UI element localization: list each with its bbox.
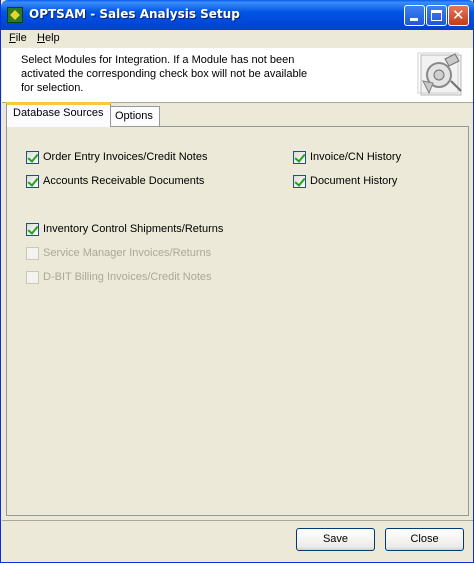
instruction-line-2: activated the corresponding check box wi… xyxy=(21,68,308,80)
service-manager-label: Service Manager Invoices/Returns xyxy=(43,247,212,259)
tab-options[interactable]: Options xyxy=(108,106,160,126)
maximize-button[interactable] xyxy=(426,5,447,26)
checkbox-checked-icon[interactable] xyxy=(293,151,306,164)
minimize-button[interactable] xyxy=(404,5,425,26)
title-bar[interactable]: OPTSAM - Sales Analysis Setup ✕ xyxy=(1,0,474,30)
order-entry-label: Order Entry Invoices/Credit Notes xyxy=(43,151,208,163)
instruction-text: Select Modules for Integration. If a Mod… xyxy=(21,53,321,95)
menu-file-rest: ile xyxy=(15,32,27,44)
close-button[interactable]: Close xyxy=(385,528,464,551)
menu-file[interactable]: File xyxy=(9,32,27,44)
app-icon[interactable] xyxy=(7,7,23,23)
checkbox-checked-icon[interactable] xyxy=(26,223,39,236)
minimize-icon xyxy=(410,18,418,21)
maximize-icon xyxy=(431,10,442,21)
checkbox-checked-icon[interactable] xyxy=(26,151,39,164)
accounts-receivable-label: Accounts Receivable Documents xyxy=(43,175,205,187)
instruction-line-3: for selection. xyxy=(21,82,84,94)
instruction-line-1: Select Modules for Integration. If a Mod… xyxy=(21,54,295,66)
checkbox-unchecked-icon xyxy=(26,247,39,260)
checkbox-checked-icon[interactable] xyxy=(293,175,306,188)
setup-wizard-icon xyxy=(417,52,462,96)
instruction-header: Select Modules for Integration. If a Mod… xyxy=(2,48,473,103)
tab-database-sources[interactable]: Database Sources xyxy=(6,102,111,127)
inventory-control-label: Inventory Control Shipments/Returns xyxy=(43,223,224,235)
dbit-billing-label: D-BIT Billing Invoices/Credit Notes xyxy=(43,271,212,283)
close-icon: ✕ xyxy=(452,6,465,24)
checkbox-checked-icon[interactable] xyxy=(26,175,39,188)
checkbox-unchecked-icon xyxy=(26,271,39,284)
footer-divider xyxy=(2,520,473,521)
close-window-button[interactable]: ✕ xyxy=(448,5,469,26)
menu-bar: File Help xyxy=(2,30,473,48)
sales-analysis-setup-window: OPTSAM - Sales Analysis Setup ✕ File Hel… xyxy=(0,0,474,563)
menu-help-rest: elp xyxy=(44,32,60,44)
menu-file-accel: F xyxy=(9,32,16,44)
database-sources-panel: Order Entry Invoices/Credit Notes Invoic… xyxy=(6,126,469,516)
save-button[interactable]: Save xyxy=(296,528,375,551)
window-title: OPTSAM - Sales Analysis Setup xyxy=(29,7,240,21)
menu-help-accel: H xyxy=(37,32,45,44)
document-history-label: Document History xyxy=(310,175,398,187)
invoice-cn-history-label: Invoice/CN History xyxy=(310,151,402,163)
menu-help[interactable]: Help xyxy=(37,32,60,44)
